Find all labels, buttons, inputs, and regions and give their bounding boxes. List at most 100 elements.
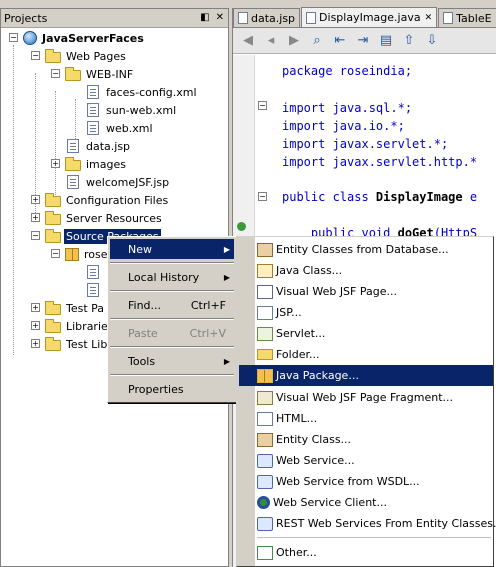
tree-node-configuration-files[interactable]: Configuration Files [45,191,170,209]
menu-item-label: Properties [128,382,184,396]
editor-toolbar: ◀ ◂ ▶ ⌕ ⇤ ⇥ ▤ ⇧ ⇩ [233,28,496,54]
menu-item-paste[interactable]: Paste Ctrl+V [110,323,234,343]
shift-right-icon[interactable]: ⇩ [423,33,441,48]
collapse-toggle[interactable]: − [31,231,40,240]
tree-line [55,91,56,201]
tree-node-java-file[interactable] [85,263,104,281]
submenu-item-label: Other... [276,546,317,559]
submenu-item-servlet[interactable]: Servlet... [239,323,493,344]
xml-file-icon [87,103,99,117]
tree-node-project[interactable]: JavaServerFaces [23,29,146,47]
wsdl-icon [257,474,273,489]
find-icon[interactable]: ⌕ [308,33,326,48]
submenu-item-web-service[interactable]: Web Service... [239,450,493,471]
tree-label: sun-web.xml [106,103,177,117]
tree-node-server-resources[interactable]: Server Resources [45,209,164,227]
tab-display-image-java[interactable]: DisplayImage.java ✕ [301,7,438,27]
code-line: import java.io.*; [282,119,405,133]
expand-toggle[interactable]: + [51,159,60,168]
tab-close-icon[interactable]: ✕ [425,13,433,23]
submenu-arrow-icon: ▶ [223,356,230,366]
menu-item-tools[interactable]: Tools ▶ [110,351,234,371]
find-previous-icon[interactable]: ⇤ [331,33,349,48]
shift-left-icon[interactable]: ⇧ [400,33,418,48]
menu-item-label: Paste [128,326,158,340]
tree-label: rose [84,247,108,261]
submenu-item-label: Folder... [276,348,320,361]
tree-node-data-jsp[interactable]: data.jsp [65,137,132,155]
menu-item-shortcut: Ctrl+F [190,298,226,312]
code-line: public class DisplayImage e [282,190,477,208]
toggle-highlight-icon[interactable]: ▤ [377,33,395,48]
submenu-item-java-class[interactable]: Java Class... [239,260,493,281]
tree-node-package-rose[interactable]: rose [65,245,110,263]
submenu-item-label: Java Class... [276,264,343,277]
tree-node-test-libraries[interactable]: Test Lib [45,335,109,353]
back-icon[interactable]: ◀ [239,33,257,48]
tree-node-web-pages[interactable]: Web Pages [45,47,128,65]
web-service-client-icon [257,496,270,509]
panel-close-icon[interactable]: ✕ [216,12,224,23]
tab-label: data.jsp [251,11,296,25]
code-line: import java.sql.*; [282,101,413,115]
xml-file-icon [87,85,99,99]
menu-item-new[interactable]: New ▶ [110,239,234,259]
tab-data-jsp[interactable]: data.jsp [233,8,301,27]
collapse-toggle[interactable]: − [9,33,18,42]
tree-node-faces-config[interactable]: faces-config.xml [85,83,199,101]
folder-icon [45,48,61,63]
submenu-item-java-package[interactable]: Java Package... [239,365,493,386]
tree-node-java-file[interactable] [85,281,104,299]
submenu-item-entity-class[interactable]: Entity Class... [239,429,493,450]
expand-toggle[interactable]: + [31,213,40,222]
submenu-item-web-service-from-wsdl[interactable]: Web Service from WSDL... [239,471,493,492]
collapse-toggle[interactable]: − [31,51,40,60]
jsp-file-icon [238,12,248,24]
submenu-item-other[interactable]: Other... [239,542,493,563]
submenu-item-entity-classes-from-database[interactable]: Entity Classes from Database... [239,239,493,260]
tree-node-web-xml[interactable]: web.xml [85,119,155,137]
xml-file-icon [87,121,99,135]
jsp-file-icon [67,175,79,189]
tree-node-libraries[interactable]: Libraries [45,317,116,335]
collapse-toggle[interactable]: − [51,69,60,78]
panel-restore-icon[interactable]: ◧ [200,12,209,23]
tree-label: Configuration Files [66,193,169,207]
menu-item-local-history[interactable]: Local History ▶ [110,267,234,287]
page-fragment-icon [257,390,273,405]
tab-table[interactable]: TableE [438,8,496,27]
tree-node-test-packages[interactable]: Test Pa [45,299,106,317]
menu-item-find[interactable]: Find... Ctrl+F [110,295,234,315]
find-next-icon[interactable]: ⇥ [354,33,372,48]
folder-icon [45,318,61,333]
submenu-item-jsp[interactable]: JSP... [239,302,493,323]
tree-node-sun-web[interactable]: sun-web.xml [85,101,178,119]
expand-toggle[interactable]: + [31,321,40,330]
submenu-item-visual-web-jsf-page-fragment[interactable]: Visual Web JSF Page Fragment... [239,387,493,408]
jsp-file-icon [257,305,273,320]
submenu-item-folder[interactable]: Folder... [239,344,493,365]
menu-item-label: Find... [128,298,162,312]
rest-service-icon [257,516,273,531]
back-history-icon[interactable]: ◂ [262,33,280,48]
fold-collapse-icon[interactable]: − [258,192,267,201]
submenu-item-rest-web-services[interactable]: REST Web Services From Entity Classes... [239,513,496,534]
submenu-item-web-service-client[interactable]: Web Service Client... [239,492,493,513]
forward-icon[interactable]: ▶ [285,33,303,48]
folder-icon [65,66,81,81]
submenu-item-html[interactable]: HTML... [239,408,493,429]
menu-separator [110,346,234,348]
submenu-item-visual-web-jsf-page[interactable]: Visual Web JSF Page... [239,281,493,302]
folder-icon [45,210,61,225]
menu-item-shortcut: Ctrl+V [189,326,226,340]
expand-toggle[interactable]: + [31,339,40,348]
expand-toggle[interactable]: + [31,195,40,204]
tree-node-welcome-jsf[interactable]: welcomeJSF.jsp [65,173,171,191]
fold-collapse-icon[interactable]: − [258,101,267,110]
override-marker-icon[interactable] [237,222,246,231]
menu-item-properties[interactable]: Properties [110,379,234,399]
expand-toggle[interactable]: + [31,303,40,312]
tree-node-images[interactable]: images [65,155,128,173]
collapse-toggle[interactable]: − [51,249,60,258]
tree-node-web-inf[interactable]: WEB-INF [65,65,135,83]
